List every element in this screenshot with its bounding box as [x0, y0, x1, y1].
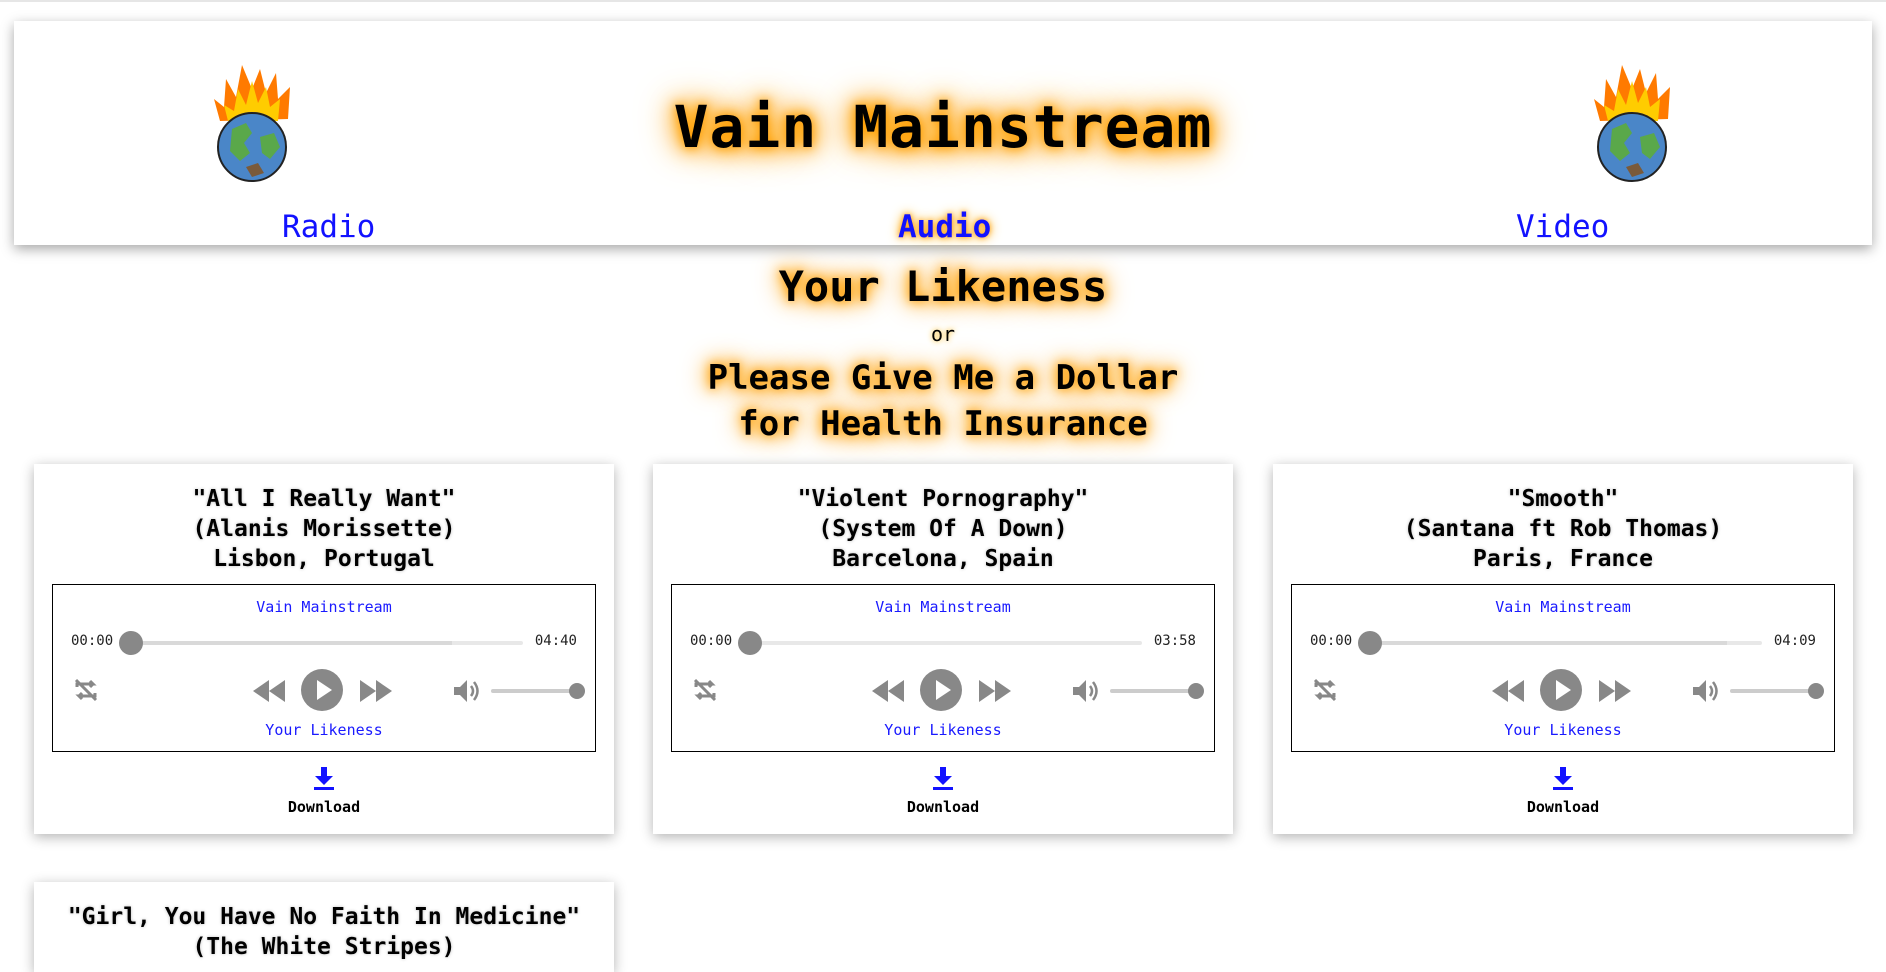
track-card: "Violent Pornography" (System Of A Down)… — [653, 464, 1233, 834]
progress-bar[interactable] — [738, 631, 1142, 655]
play-icon — [317, 680, 332, 700]
duration: 04:40 — [534, 633, 577, 649]
rewind-icon[interactable] — [1490, 678, 1526, 704]
track-artist: (The White Stripes) — [192, 934, 456, 960]
loop-icon[interactable] — [71, 675, 101, 705]
loop-icon[interactable] — [1310, 675, 1340, 705]
download-link[interactable]: Download — [653, 752, 1233, 834]
track-song: "All I Really Want" — [192, 486, 456, 512]
track-location: Barcelona, Spain — [832, 546, 1054, 572]
fast-forward-icon[interactable] — [1597, 678, 1633, 704]
track-artist: (Santana ft Rob Thomas) — [1403, 516, 1723, 542]
track-artist: (System Of A Down) — [818, 516, 1068, 542]
download-icon[interactable] — [932, 766, 954, 790]
flaming-earth-icon — [1594, 65, 1670, 182]
track-card: "Girl, You Have No Faith In Medicine" (T… — [34, 882, 614, 972]
top-border — [0, 0, 1886, 2]
download-label[interactable]: Download — [34, 798, 614, 816]
player-album: Your Likeness — [265, 721, 383, 739]
download-link[interactable]: Download — [34, 752, 614, 834]
track-info: "All I Really Want" (Alanis Morissette) … — [34, 464, 614, 574]
loop-icon[interactable] — [690, 675, 720, 705]
track-location: Lisbon, Portugal — [213, 546, 435, 572]
player-album: Your Likeness — [884, 721, 1002, 739]
album-subtitle-line2: for Health Insurance — [738, 404, 1148, 444]
audio-player: Vain Mainstream 00:00 04:09 Your Likenes… — [1291, 584, 1835, 752]
track-card: "All I Really Want" (Alanis Morissette) … — [34, 464, 614, 834]
album-title: Your Likeness — [778, 262, 1108, 311]
track-info: "Violent Pornography" (System Of A Down)… — [653, 464, 1233, 574]
volume-slider[interactable] — [491, 683, 585, 699]
duration: 04:09 — [1773, 633, 1816, 649]
player-artist: Vain Mainstream — [1495, 598, 1631, 616]
play-button[interactable] — [920, 669, 962, 711]
download-icon[interactable] — [1552, 766, 1574, 790]
volume-handle[interactable] — [1808, 683, 1824, 699]
play-icon — [936, 680, 951, 700]
site-header: Vain Mainstream Radio Audio Video — [14, 21, 1872, 245]
fast-forward-icon[interactable] — [977, 678, 1013, 704]
duration: 03:58 — [1153, 633, 1196, 649]
play-button[interactable] — [1540, 669, 1582, 711]
nav-video[interactable]: Video — [1516, 209, 1609, 245]
audio-player: Vain Mainstream 00:00 03:58 Your Likenes… — [671, 584, 1215, 752]
fast-forward-icon[interactable] — [358, 678, 394, 704]
progress-bar[interactable] — [1358, 631, 1762, 655]
progress-handle[interactable] — [738, 631, 762, 655]
volume-slider[interactable] — [1730, 683, 1824, 699]
or-text: or — [930, 322, 956, 346]
download-icon[interactable] — [313, 766, 335, 790]
album-subtitle-line1: Please Give Me a Dollar — [707, 358, 1179, 398]
track-info: "Smooth" (Santana ft Rob Thomas) Paris, … — [1273, 464, 1853, 574]
track-song: "Girl, You Have No Faith In Medicine" — [67, 904, 581, 930]
player-album: Your Likeness — [1504, 721, 1622, 739]
progress-bar[interactable] — [119, 631, 523, 655]
player-artist: Vain Mainstream — [256, 598, 392, 616]
nav-audio[interactable]: Audio — [898, 209, 991, 245]
volume-icon[interactable] — [1690, 676, 1720, 706]
rewind-icon[interactable] — [251, 678, 287, 704]
volume-handle[interactable] — [1188, 683, 1204, 699]
volume-icon[interactable] — [451, 676, 481, 706]
track-info: "Girl, You Have No Faith In Medicine" (T… — [34, 882, 614, 962]
download-link[interactable]: Download — [1273, 752, 1853, 834]
current-time: 00:00 — [1310, 633, 1353, 649]
play-button[interactable] — [301, 669, 343, 711]
download-label[interactable]: Download — [653, 798, 1233, 816]
nav-radio[interactable]: Radio — [282, 209, 375, 245]
play-icon — [1556, 680, 1571, 700]
track-song: "Smooth" — [1507, 486, 1619, 512]
track-location: Paris, France — [1472, 546, 1653, 572]
album-subtitle: Please Give Me a Dollar for Health Insur… — [0, 355, 1886, 447]
progress-handle[interactable] — [119, 631, 143, 655]
track-artist: (Alanis Morissette) — [192, 516, 456, 542]
volume-handle[interactable] — [569, 683, 585, 699]
volume-slider[interactable] — [1110, 683, 1204, 699]
player-artist: Vain Mainstream — [875, 598, 1011, 616]
current-time: 00:00 — [71, 633, 114, 649]
rewind-icon[interactable] — [870, 678, 906, 704]
track-card: "Smooth" (Santana ft Rob Thomas) Paris, … — [1273, 464, 1853, 834]
download-label[interactable]: Download — [1273, 798, 1853, 816]
buffered-bar — [1368, 641, 1727, 645]
current-time: 00:00 — [690, 633, 733, 649]
volume-icon[interactable] — [1070, 676, 1100, 706]
buffered-bar — [129, 641, 453, 645]
track-song: "Violent Pornography" — [797, 486, 1089, 512]
audio-player: Vain Mainstream 00:00 04:40 Your Likenes… — [52, 584, 596, 752]
progress-handle[interactable] — [1358, 631, 1382, 655]
